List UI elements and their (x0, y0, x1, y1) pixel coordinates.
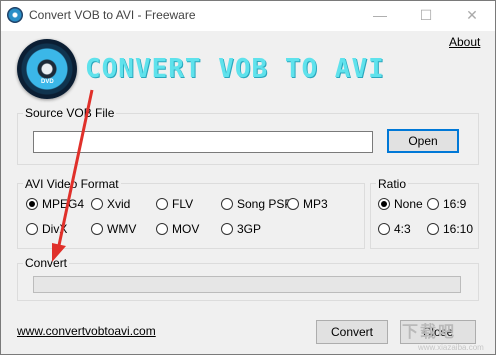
annotation-arrow (52, 89, 94, 262)
watermark-url: www.xiazaiba.com (418, 343, 484, 352)
watermark-text: 下载吧 (402, 324, 457, 341)
arrow-head (52, 243, 66, 262)
arrow-shaft (56, 89, 94, 251)
